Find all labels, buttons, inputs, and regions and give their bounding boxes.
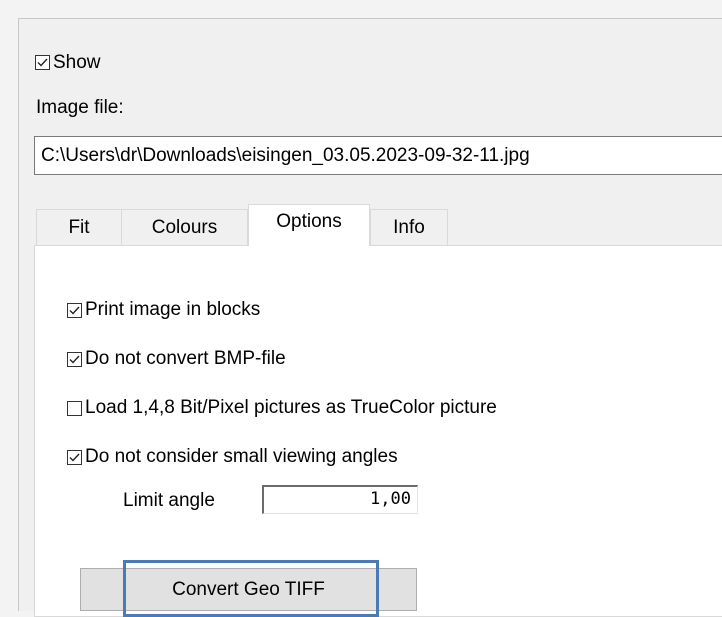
checkmark-icon (69, 453, 80, 462)
show-checkbox-label: Show (53, 52, 101, 73)
show-checkbox-box[interactable] (35, 55, 50, 70)
do-not-convert-bmp-checkbox[interactable]: Do not convert BMP-file (67, 348, 367, 372)
checkmark-icon (69, 355, 80, 364)
options-tab-panel: Print image in blocks Do not convert BMP… (34, 245, 722, 617)
tab-options[interactable]: Options (248, 204, 370, 246)
limit-angle-label: Limit angle (123, 490, 215, 511)
image-file-label: Image file: (36, 97, 124, 118)
small-viewing-angles-box[interactable] (67, 450, 82, 465)
limit-angle-input[interactable]: 1,00 (262, 485, 418, 514)
tab-info[interactable]: Info (370, 209, 448, 245)
print-in-blocks-box[interactable] (67, 303, 82, 318)
checkmark-icon (69, 306, 80, 315)
convert-geo-tiff-button[interactable]: Convert Geo TIFF (80, 568, 417, 611)
print-in-blocks-checkbox[interactable]: Print image in blocks (67, 299, 367, 323)
load-truecolor-box[interactable] (67, 401, 82, 416)
image-file-input[interactable]: C:\Users\dr\Downloads\eisingen_03.05.202… (34, 136, 722, 175)
load-truecolor-label: Load 1,4,8 Bit/Pixel pictures as TrueCol… (85, 397, 497, 418)
load-truecolor-checkbox[interactable]: Load 1,4,8 Bit/Pixel pictures as TrueCol… (67, 397, 667, 421)
checkmark-icon (37, 58, 48, 67)
print-in-blocks-label: Print image in blocks (85, 299, 261, 320)
tab-fit[interactable]: Fit (36, 209, 122, 245)
do-not-convert-bmp-label: Do not convert BMP-file (85, 348, 286, 369)
tab-colours[interactable]: Colours (121, 209, 248, 245)
small-viewing-angles-checkbox[interactable]: Do not consider small viewing angles (67, 446, 547, 470)
image-settings-panel: Show Image file: C:\Users\dr\Downloads\e… (18, 18, 722, 617)
small-viewing-angles-label: Do not consider small viewing angles (85, 446, 398, 467)
do-not-convert-bmp-box[interactable] (67, 352, 82, 367)
show-checkbox[interactable]: Show (35, 52, 155, 76)
